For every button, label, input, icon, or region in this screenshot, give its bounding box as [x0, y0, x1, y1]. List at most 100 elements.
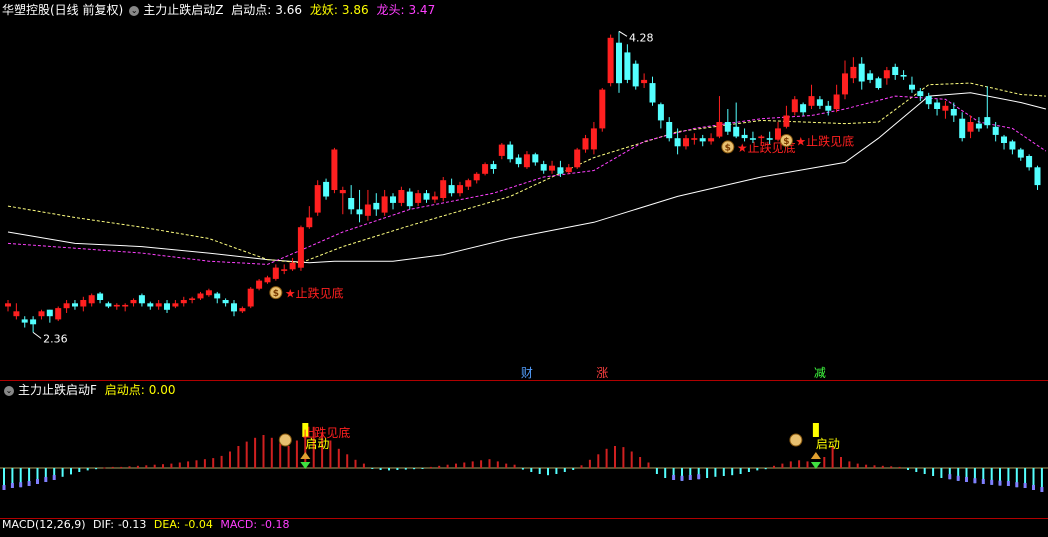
indicator-bar [421, 468, 424, 469]
indicator-bar [547, 468, 549, 476]
dif-value: -0.13 [117, 518, 147, 531]
candle-body [281, 269, 288, 271]
candle-body [607, 37, 614, 84]
indicator-bar [915, 468, 918, 472]
indicator-bar [856, 463, 859, 468]
indicator-bar [362, 463, 365, 468]
signal-label: ★止跌见底 [795, 133, 854, 148]
candle-body [122, 304, 129, 307]
indicator-bar [229, 451, 231, 468]
chevron-down-icon[interactable]: ⌄ [4, 385, 14, 396]
candle-body [1026, 156, 1033, 168]
indicator-bar [371, 468, 374, 469]
indicator-bar [647, 462, 650, 468]
diamond-top-icon [300, 452, 311, 459]
candle-body [791, 99, 798, 113]
indicator-bar-tip [1040, 487, 1044, 492]
indicator-bar [455, 463, 457, 468]
candle-body [490, 164, 497, 169]
indicator-bar [354, 459, 357, 469]
candle-body [214, 293, 221, 299]
candle-body [574, 149, 581, 168]
candle-body [205, 290, 212, 296]
candle-body [674, 138, 681, 147]
candle-body [138, 295, 145, 304]
candle-body [875, 78, 882, 88]
indicator-bar [379, 468, 382, 470]
indicator-bar [505, 463, 508, 468]
candlestick-chart[interactable]: 4.282.36$ ★止跌见底$ ★止跌见底$ ★止跌见底财涨减 [0, 0, 1048, 380]
indicator-bar [840, 457, 842, 468]
candle-body [55, 308, 62, 320]
candle-body [825, 105, 832, 111]
candle-body [155, 303, 162, 307]
indicator-bar [630, 451, 633, 468]
sub-indicator-name[interactable]: 主力止跌启动F [18, 383, 97, 397]
low-price-label: 2.36 [43, 332, 68, 345]
candle-body [850, 66, 857, 79]
candle-body [356, 209, 363, 215]
candle-body [297, 227, 304, 268]
candle-body [515, 157, 522, 165]
indicator-bar [714, 468, 717, 477]
candle-body [256, 280, 263, 289]
candle-body [272, 267, 279, 279]
candle-body [457, 185, 463, 194]
indicator-bar-tip [688, 475, 692, 480]
candle-body [390, 196, 396, 203]
money-bag-symbol: $ [273, 289, 279, 299]
indicator-bar-tip [965, 477, 968, 482]
candle-body [172, 303, 179, 307]
candle-body [657, 104, 664, 121]
indicator-bar [664, 468, 667, 478]
candle-body [959, 118, 966, 139]
candle-body [247, 288, 254, 307]
indicator-bar-tip [672, 475, 676, 480]
candle-body [88, 295, 95, 304]
candle-body [264, 277, 271, 283]
indicator-bar [513, 464, 516, 468]
macd-name[interactable]: MACD(12,26,9) [2, 518, 86, 531]
low-pointer [32, 331, 42, 339]
high-pointer [618, 30, 628, 37]
indicator-bar-tip [2, 485, 6, 490]
candle-body [314, 185, 321, 213]
candle-body [942, 105, 949, 111]
indicator-bar [706, 468, 709, 478]
candle-body [13, 311, 20, 317]
candle-body [523, 154, 530, 168]
candle-body [950, 109, 957, 116]
candle-body [724, 122, 731, 132]
candle-body [540, 164, 547, 171]
indicator-bar [881, 465, 884, 468]
candle-body [975, 123, 982, 129]
indicator-bar [898, 466, 901, 468]
candle-body [800, 104, 807, 113]
indicator-bar [530, 468, 533, 472]
indicator-bar [203, 459, 206, 468]
ma-white-line [7, 92, 1047, 264]
candle-body [465, 180, 472, 187]
indicator-bar [237, 446, 240, 468]
signal-label: ★止跌见底 [285, 286, 344, 301]
indicator-bar-tip [1006, 481, 1010, 486]
indicator-bar [170, 463, 173, 468]
indicator-bar [270, 437, 273, 469]
candle-body [331, 149, 338, 190]
indicator-bar [480, 460, 483, 468]
indicator-bar [162, 464, 164, 469]
candle-body [80, 300, 87, 307]
indicator-bar [823, 457, 826, 468]
indicator-bar [120, 466, 123, 468]
indicator-bar [254, 437, 257, 469]
indicator-bar [70, 468, 72, 475]
indicator-bar-chart[interactable]: 启动 启动止跌见底 [0, 399, 1048, 517]
indicator-bar [932, 468, 935, 476]
indicator-bar [136, 465, 139, 468]
candle-body [440, 180, 447, 198]
candle-body [917, 91, 924, 97]
indicator-bar [639, 457, 642, 468]
indicator-bar-tip [680, 475, 684, 481]
candle-body [967, 122, 974, 132]
candle-body [364, 204, 371, 216]
